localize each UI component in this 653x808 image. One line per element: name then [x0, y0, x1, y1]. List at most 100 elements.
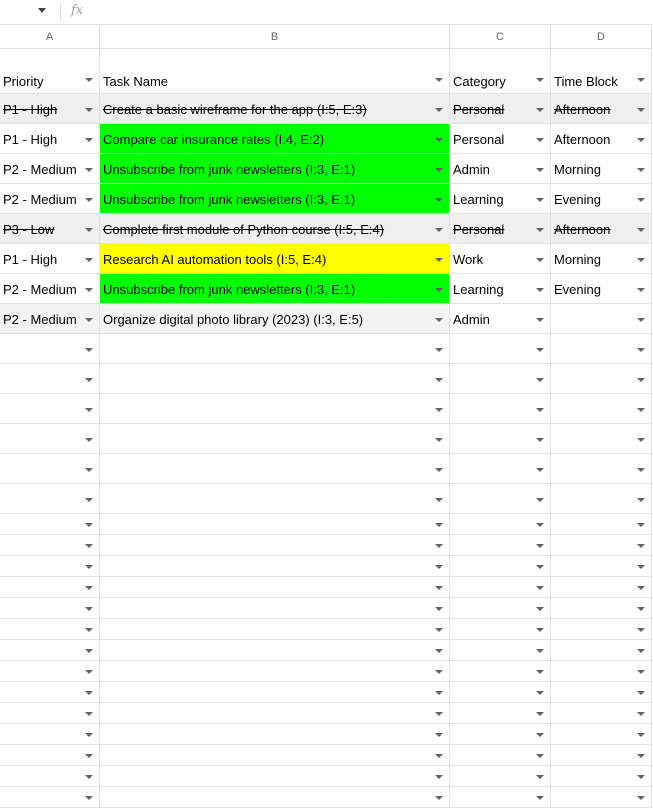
priority-cell[interactable]: P2 - Medium [0, 274, 100, 304]
task-name-cell[interactable] [100, 745, 450, 766]
dropdown-arrow-icon[interactable] [637, 775, 645, 779]
time-block-cell[interactable] [551, 334, 652, 364]
dropdown-arrow-icon[interactable] [536, 228, 544, 232]
category-cell[interactable] [450, 724, 551, 745]
priority-cell[interactable]: P3 - Low [0, 214, 100, 244]
dropdown-arrow-icon[interactable] [637, 670, 645, 674]
time-block-cell[interactable] [551, 703, 652, 724]
dropdown-arrow-icon[interactable] [85, 628, 93, 632]
dropdown-arrow-icon[interactable] [536, 288, 544, 292]
dropdown-arrow-icon[interactable] [637, 544, 645, 548]
priority-cell[interactable] [0, 724, 100, 745]
task-name-cell[interactable] [100, 514, 450, 535]
priority-cell[interactable] [0, 640, 100, 661]
task-name-cell[interactable] [100, 598, 450, 619]
category-cell[interactable] [450, 787, 551, 808]
time-block-cell[interactable] [551, 745, 652, 766]
dropdown-arrow-icon[interactable] [435, 498, 443, 502]
dropdown-arrow-icon[interactable] [536, 168, 544, 172]
dropdown-arrow-icon[interactable] [85, 78, 93, 82]
dropdown-arrow-icon[interactable] [85, 691, 93, 695]
dropdown-arrow-icon[interactable] [536, 754, 544, 758]
priority-cell[interactable] [0, 619, 100, 640]
dropdown-arrow-icon[interactable] [637, 228, 645, 232]
dropdown-arrow-icon[interactable] [85, 796, 93, 800]
dropdown-arrow-icon[interactable] [637, 438, 645, 442]
dropdown-arrow-icon[interactable] [85, 288, 93, 292]
time-block-cell[interactable] [551, 577, 652, 598]
category-cell[interactable] [450, 394, 551, 424]
column-header-b[interactable]: B [100, 26, 450, 49]
time-block-cell[interactable] [551, 394, 652, 424]
header-category[interactable]: Category [450, 50, 551, 94]
dropdown-arrow-icon[interactable] [637, 78, 645, 82]
category-cell[interactable] [450, 640, 551, 661]
priority-cell[interactable] [0, 703, 100, 724]
task-name-cell[interactable] [100, 724, 450, 745]
dropdown-arrow-icon[interactable] [536, 78, 544, 82]
time-block-cell[interactable] [551, 454, 652, 484]
priority-cell[interactable] [0, 535, 100, 556]
category-cell[interactable] [450, 577, 551, 598]
category-cell[interactable] [450, 364, 551, 394]
dropdown-arrow-icon[interactable] [85, 649, 93, 653]
dropdown-arrow-icon[interactable] [435, 691, 443, 695]
dropdown-arrow-icon[interactable] [637, 138, 645, 142]
category-cell[interactable] [450, 619, 551, 640]
dropdown-arrow-icon[interactable] [85, 565, 93, 569]
dropdown-arrow-icon[interactable] [536, 733, 544, 737]
dropdown-arrow-icon[interactable] [536, 586, 544, 590]
dropdown-arrow-icon[interactable] [435, 649, 443, 653]
dropdown-arrow-icon[interactable] [435, 712, 443, 716]
time-block-cell[interactable] [551, 556, 652, 577]
dropdown-arrow-icon[interactable] [435, 796, 443, 800]
category-cell[interactable] [450, 454, 551, 484]
priority-cell[interactable] [0, 484, 100, 514]
priority-cell[interactable] [0, 454, 100, 484]
dropdown-arrow-icon[interactable] [637, 607, 645, 611]
task-name-cell[interactable]: Compare car insurance rates (I:4, E:2) [100, 124, 450, 154]
dropdown-arrow-icon[interactable] [536, 318, 544, 322]
task-name-cell[interactable] [100, 334, 450, 364]
dropdown-arrow-icon[interactable] [536, 498, 544, 502]
category-cell[interactable] [450, 682, 551, 703]
dropdown-arrow-icon[interactable] [536, 796, 544, 800]
dropdown-arrow-icon[interactable] [85, 258, 93, 262]
category-cell[interactable] [450, 535, 551, 556]
dropdown-arrow-icon[interactable] [536, 628, 544, 632]
category-cell[interactable]: Personal [450, 94, 551, 124]
dropdown-arrow-icon[interactable] [85, 408, 93, 412]
dropdown-arrow-icon[interactable] [536, 108, 544, 112]
task-name-cell[interactable] [100, 619, 450, 640]
column-header-a[interactable]: A [0, 26, 100, 49]
dropdown-arrow-icon[interactable] [85, 523, 93, 527]
dropdown-arrow-icon[interactable] [435, 378, 443, 382]
dropdown-arrow-icon[interactable] [536, 348, 544, 352]
dropdown-arrow-icon[interactable] [435, 754, 443, 758]
dropdown-arrow-icon[interactable] [85, 198, 93, 202]
dropdown-arrow-icon[interactable] [85, 733, 93, 737]
dropdown-arrow-icon[interactable] [435, 318, 443, 322]
dropdown-arrow-icon[interactable] [85, 438, 93, 442]
time-block-cell[interactable] [551, 484, 652, 514]
priority-cell[interactable] [0, 787, 100, 808]
time-block-cell[interactable] [551, 535, 652, 556]
dropdown-arrow-icon[interactable] [536, 544, 544, 548]
dropdown-arrow-icon[interactable] [85, 318, 93, 322]
dropdown-arrow-icon[interactable] [536, 438, 544, 442]
category-cell[interactable]: Work [450, 244, 551, 274]
dropdown-arrow-icon[interactable] [435, 258, 443, 262]
dropdown-arrow-icon[interactable] [637, 468, 645, 472]
category-cell[interactable]: Admin [450, 154, 551, 184]
task-name-cell[interactable] [100, 640, 450, 661]
dropdown-arrow-icon[interactable] [85, 544, 93, 548]
category-cell[interactable] [450, 766, 551, 787]
priority-cell[interactable] [0, 424, 100, 454]
dropdown-arrow-icon[interactable] [637, 348, 645, 352]
task-name-cell[interactable]: Unsubscribe from junk newsletters (I:3, … [100, 154, 450, 184]
priority-cell[interactable] [0, 766, 100, 787]
priority-cell[interactable] [0, 598, 100, 619]
task-name-cell[interactable] [100, 364, 450, 394]
task-name-cell[interactable] [100, 787, 450, 808]
task-name-cell[interactable] [100, 766, 450, 787]
